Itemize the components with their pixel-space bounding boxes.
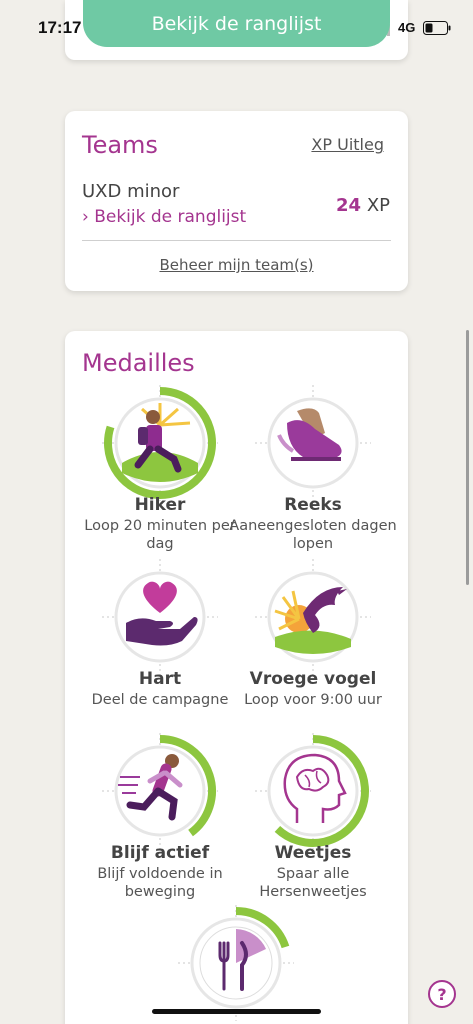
medal-desc: Blijf voldoende in beweging	[97, 866, 223, 900]
bird-icon	[255, 559, 371, 675]
team-name: UXD minor	[82, 181, 180, 202]
team-xp: 24 XP	[336, 195, 390, 216]
heart-hand-icon	[102, 559, 218, 675]
medal-hart[interactable]: Hart Deel de campagne	[85, 557, 235, 757]
help-button[interactable]: ?	[428, 980, 456, 1008]
brain-head-icon	[255, 733, 371, 849]
scrollbar[interactable]	[466, 330, 469, 585]
runner-icon	[102, 733, 218, 849]
medal-name: Reeks	[284, 495, 342, 515]
medal-name: Weetjes	[274, 843, 352, 863]
medal-desc: Spaar alle Hersenweetjes	[259, 866, 367, 900]
hiker-icon	[102, 385, 218, 501]
status-time: 17:17	[38, 18, 82, 37]
team-xp-unit: XP	[366, 195, 390, 216]
medal-blijf-actief[interactable]: Blijf actief Blijf voldoende in beweging	[85, 731, 235, 931]
medal-desc: Aaneengesloten dagen lopen	[229, 518, 397, 552]
home-indicator[interactable]	[152, 1009, 321, 1014]
view-ranking-button[interactable]: Bekijk de ranglijst	[83, 0, 390, 47]
team-xp-value: 24	[336, 195, 362, 216]
clock-cutlery-icon	[178, 905, 294, 1021]
medal-name: Blijf actief	[110, 843, 210, 863]
teams-title: Teams	[82, 131, 158, 159]
medal-hiker[interactable]: Hiker Loop 20 minuten per dag	[84, 383, 236, 583]
manage-team-link[interactable]: Beheer mijn team(s)	[65, 256, 408, 274]
medal-weetjes[interactable]: Weetjes Spaar alle Hersenweetjes	[238, 731, 388, 931]
team-ranking-link[interactable]: › Bekijk de ranglijst	[82, 207, 246, 227]
medals-card: Medailles Hiker Loop 20 minuten per dag …	[65, 331, 408, 1024]
medal-meal-timer[interactable]	[161, 903, 311, 1024]
medal-vroege-vogel[interactable]: Vroege vogel Loop voor 9:00 uur	[238, 557, 388, 757]
medal-name: Hiker	[134, 495, 186, 515]
shoe-icon	[255, 385, 371, 501]
battery-icon	[423, 21, 451, 35]
medal-name: Vroege vogel	[249, 669, 377, 689]
medal-desc: Deel de campagne	[91, 692, 229, 708]
divider	[82, 240, 391, 241]
teams-card: Teams XP Uitleg UXD minor › Bekijk de ra…	[65, 111, 408, 291]
medal-desc: Loop voor 9:00 uur	[244, 692, 382, 708]
medal-reeks[interactable]: Reeks Aaneengesloten dagen lopen	[229, 383, 397, 583]
medal-name: Hart	[138, 669, 182, 689]
xp-explanation-link[interactable]: XP Uitleg	[311, 135, 384, 154]
medal-desc: Loop 20 minuten per dag	[84, 518, 236, 552]
network-label: 4G	[398, 20, 416, 35]
medals-title: Medailles	[82, 349, 195, 377]
